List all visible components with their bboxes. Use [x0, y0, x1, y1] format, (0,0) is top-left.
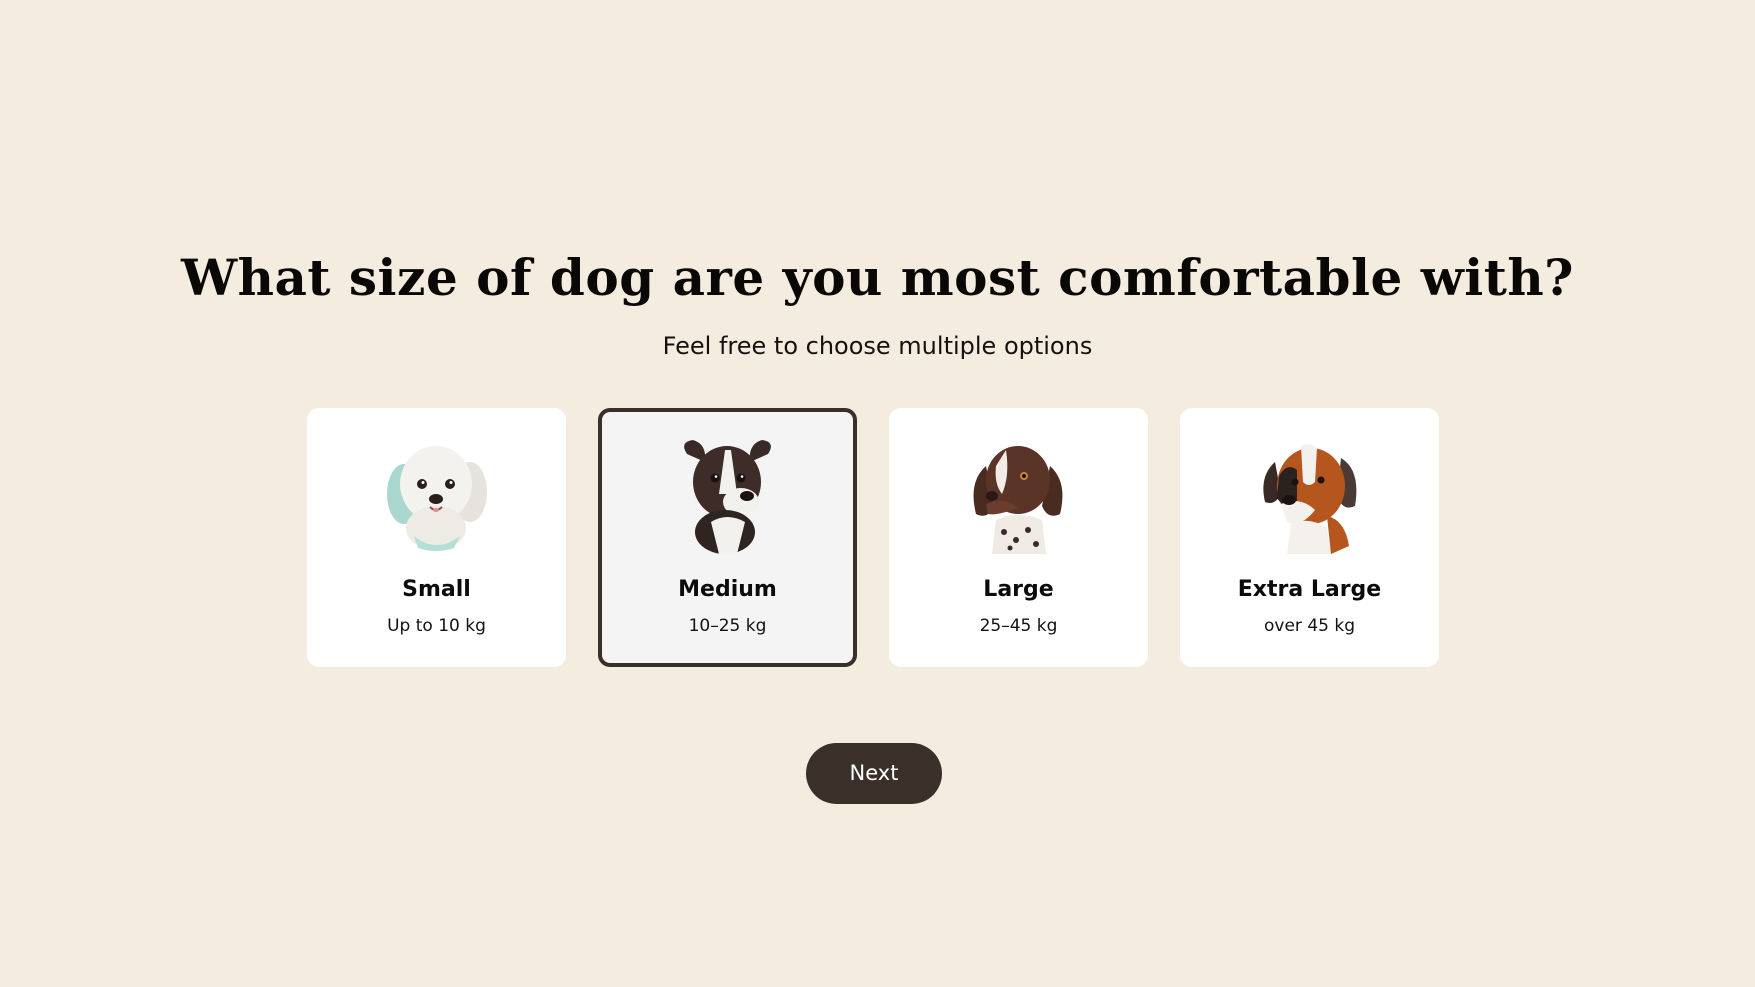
option-weight-range: over 45 kg	[1264, 616, 1355, 636]
page-subtitle: Feel free to choose multiple options	[662, 332, 1093, 360]
option-weight-range: Up to 10 kg	[387, 616, 486, 636]
small-dog-icon	[387, 446, 487, 551]
option-label: Extra Large	[1237, 577, 1382, 602]
option-label: Medium	[678, 577, 777, 602]
large-dog-icon	[973, 446, 1063, 554]
extra-large-dog-icon	[1263, 444, 1357, 554]
page-title: What size of dog are you most comfortabl…	[181, 248, 1574, 307]
option-card-small[interactable]: Small Up to 10 kg	[307, 408, 566, 667]
option-card-extra-large[interactable]: Extra Large over 45 kg	[1180, 408, 1439, 667]
medium-dog-icon	[684, 440, 771, 554]
option-label: Small	[402, 577, 471, 602]
option-card-medium[interactable]: Medium 10–25 kg	[598, 408, 857, 667]
dog-size-question-page: What size of dog are you most comfortabl…	[0, 0, 1755, 987]
size-options: Small Up to 10 kg Medium 10–25 kg Large …	[307, 408, 1441, 667]
option-weight-range: 10–25 kg	[688, 616, 767, 636]
option-card-large[interactable]: Large 25–45 kg	[889, 408, 1148, 667]
option-weight-range: 25–45 kg	[979, 616, 1058, 636]
option-label: Large	[983, 577, 1054, 602]
next-button[interactable]: Next	[806, 743, 942, 804]
